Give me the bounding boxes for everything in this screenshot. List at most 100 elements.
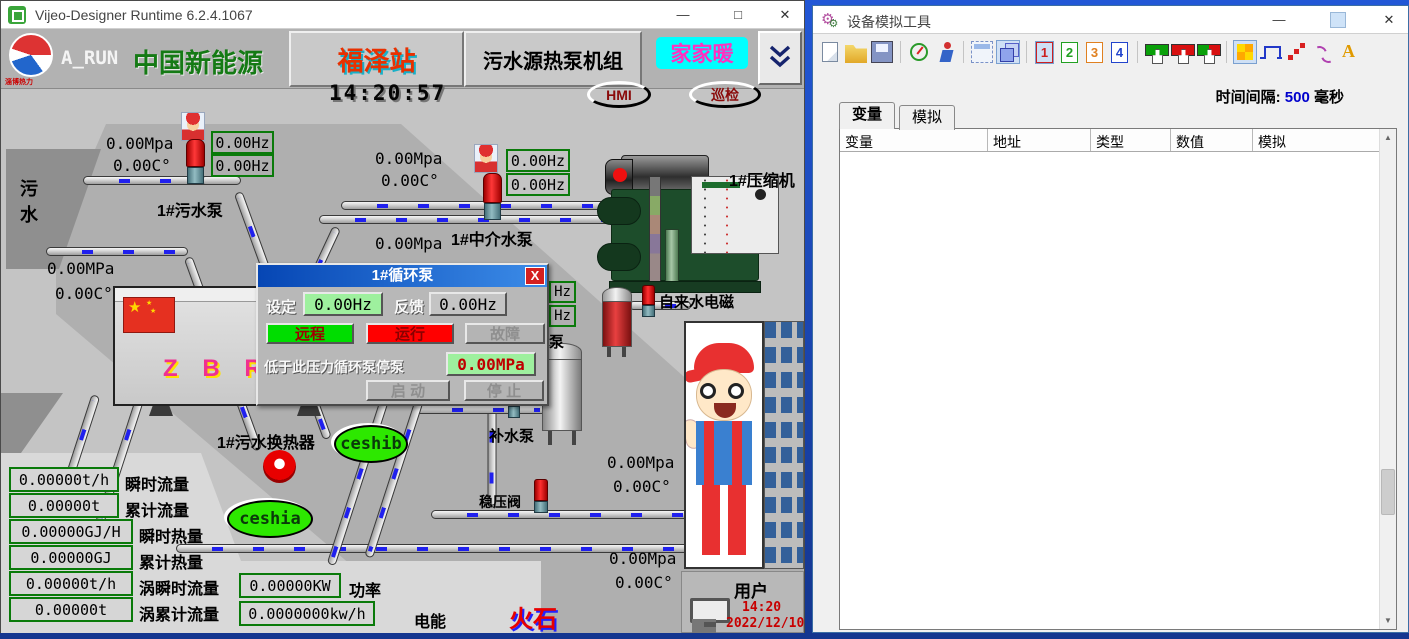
step-signal-icon[interactable] <box>1260 41 1282 63</box>
tank-leg <box>572 431 576 445</box>
gauge-icon[interactable] <box>910 43 928 61</box>
intermediate-pump[interactable] <box>483 173 502 203</box>
page-3-icon[interactable]: 3 <box>1086 42 1103 63</box>
chevron-down-icon[interactable] <box>758 31 802 85</box>
col-type[interactable]: 类型 <box>1091 129 1171 151</box>
stop-button[interactable]: 停 止 <box>464 380 544 401</box>
close-button[interactable]: ✕ <box>774 5 796 25</box>
sim-settings-icon[interactable] <box>934 41 956 63</box>
stabilizer-valve[interactable] <box>534 479 548 501</box>
monitor-icon[interactable] <box>690 598 730 623</box>
dialog-close-icon[interactable]: X <box>525 267 545 285</box>
tab-variables[interactable]: 变量 <box>839 102 895 129</box>
sine-signal-icon[interactable] <box>1312 41 1334 63</box>
interval-value[interactable]: 500 <box>1285 89 1310 106</box>
press-green-icon[interactable] <box>1145 41 1167 63</box>
tab-unit[interactable]: 污水源热泵机组 <box>464 31 642 87</box>
grid-view-icon[interactable] <box>1234 41 1256 63</box>
tab-station[interactable]: 福泽站 <box>289 31 464 87</box>
toolbar-separator <box>1026 41 1027 63</box>
metric-flow-total: 0.00000t <box>9 493 119 518</box>
text-tool-icon[interactable] <box>1338 41 1360 63</box>
tank-leg <box>548 431 552 445</box>
sim-toolbar: 1234 <box>817 38 1405 66</box>
maximize-button[interactable]: □ <box>727 5 749 25</box>
tank-leg <box>607 347 611 357</box>
toolbar-separator <box>1137 41 1138 63</box>
exchanger-foot <box>297 406 321 416</box>
interval-setting: 时间间隔: 500 毫秒 <box>1216 86 1344 107</box>
press-toggle-icon[interactable] <box>1197 41 1219 63</box>
hmi-window-title: Vijeo-Designer Runtime 6.2.4.1067 <box>35 7 253 23</box>
interval-label: 时间间隔: <box>1216 89 1281 106</box>
metric-label: 累计流量 <box>125 497 189 521</box>
press-red-icon[interactable] <box>1171 41 1193 63</box>
scrollbar-thumb[interactable] <box>1381 469 1395 515</box>
hmi-screen: 淄博热力 A_RUN 中国新能源 福泽站 污水源热泵机组 家家暖 14:20:5… <box>1 29 804 633</box>
pressure-tank <box>602 301 632 347</box>
minimize-button[interactable]: — <box>1268 10 1290 30</box>
logo-caption: 淄博热力 <box>5 77 33 87</box>
hmi-button[interactable]: HMI <box>587 81 651 108</box>
metric-flow-instant: 0.00000t/h <box>9 467 119 492</box>
compressor-cylinder <box>665 229 679 284</box>
maximize-button[interactable] <box>1330 12 1346 28</box>
start-button[interactable]: 启 动 <box>366 380 450 401</box>
vijeo-runtime-window: Vijeo-Designer Runtime 6.2.4.1067 — □ ✕ <box>0 0 805 633</box>
fault-button[interactable]: 故障 <box>465 323 545 344</box>
pipe <box>46 247 188 256</box>
new-document-icon[interactable] <box>822 42 838 62</box>
tab-simulation[interactable]: 模拟 <box>899 105 955 130</box>
dialog-title[interactable]: 1#循环泵 <box>258 265 547 287</box>
gears-icon: ⚙⚙ <box>821 10 838 30</box>
vijeo-app-icon <box>8 6 26 24</box>
run-button[interactable]: 运行 <box>366 323 454 344</box>
remote-button[interactable]: 远程 <box>266 323 354 344</box>
page-1-icon[interactable]: 1 <box>1036 42 1053 63</box>
scroll-down-icon[interactable]: ▼ <box>1380 612 1396 629</box>
cascade-icon[interactable] <box>997 41 1019 63</box>
sewage-low-temp: 0.00C° <box>55 284 113 303</box>
sight-tube <box>649 176 661 284</box>
col-simulate[interactable]: 模拟 <box>1253 129 1329 151</box>
inspect-button[interactable]: 巡检 <box>689 81 761 108</box>
worker-icon <box>181 112 205 141</box>
company-name: 中国新能源 <box>133 43 263 80</box>
save-icon[interactable] <box>871 41 893 63</box>
page-2-icon[interactable]: 2 <box>1061 42 1078 63</box>
minimize-button[interactable]: — <box>672 5 694 25</box>
compressor-label: 1#压缩机 <box>729 167 795 191</box>
table-header: 变量 地址 类型 数值 模拟 <box>840 129 1396 152</box>
ramp-signal-icon[interactable] <box>1286 41 1308 63</box>
makeup-pump-valve-base <box>508 406 520 418</box>
close-button[interactable]: ✕ <box>1378 10 1400 30</box>
col-variable[interactable]: 变量 <box>840 129 988 151</box>
right-low-temp: 0.00C° <box>615 573 673 592</box>
col-address[interactable]: 地址 <box>988 129 1091 151</box>
test-button-b[interactable]: ceshib <box>334 425 408 463</box>
scrollbar[interactable]: ▲ ▼ <box>1379 129 1396 629</box>
heating-badge[interactable]: 家家暖 <box>656 37 748 69</box>
scroll-up-icon[interactable]: ▲ <box>1380 129 1396 146</box>
sim-titlebar: ⚙⚙ 设备模拟工具 — ✕ <box>813 6 1408 34</box>
feedback-value-field: 0.00Hz <box>429 292 507 316</box>
set-value-field[interactable]: 0.00Hz <box>303 292 383 316</box>
metric-label: 瞬时流量 <box>125 471 189 495</box>
sewage-pump[interactable] <box>186 139 205 167</box>
fire-label: 火石 <box>509 599 557 633</box>
page-4-icon[interactable]: 4 <box>1111 42 1128 63</box>
run-status-text: A_RUN <box>61 47 118 69</box>
partial-hz-box: Hz <box>549 305 576 327</box>
tap-water-valve[interactable] <box>642 285 655 305</box>
stop-pressure-field[interactable]: 0.00MPa <box>446 352 536 376</box>
panel-icon[interactable] <box>971 41 993 63</box>
col-value[interactable]: 数值 <box>1171 129 1253 151</box>
open-icon[interactable] <box>845 41 867 63</box>
makeup-pump-label: 补水泵 <box>489 425 534 446</box>
right-mid-temp: 0.00C° <box>613 477 671 496</box>
flag-star: ★ <box>150 307 156 315</box>
mascot-body <box>696 421 752 485</box>
toolbar-separator <box>1226 41 1227 63</box>
partial-pump-char: 泵 <box>549 331 564 352</box>
test-button-a[interactable]: ceshia <box>227 500 313 538</box>
